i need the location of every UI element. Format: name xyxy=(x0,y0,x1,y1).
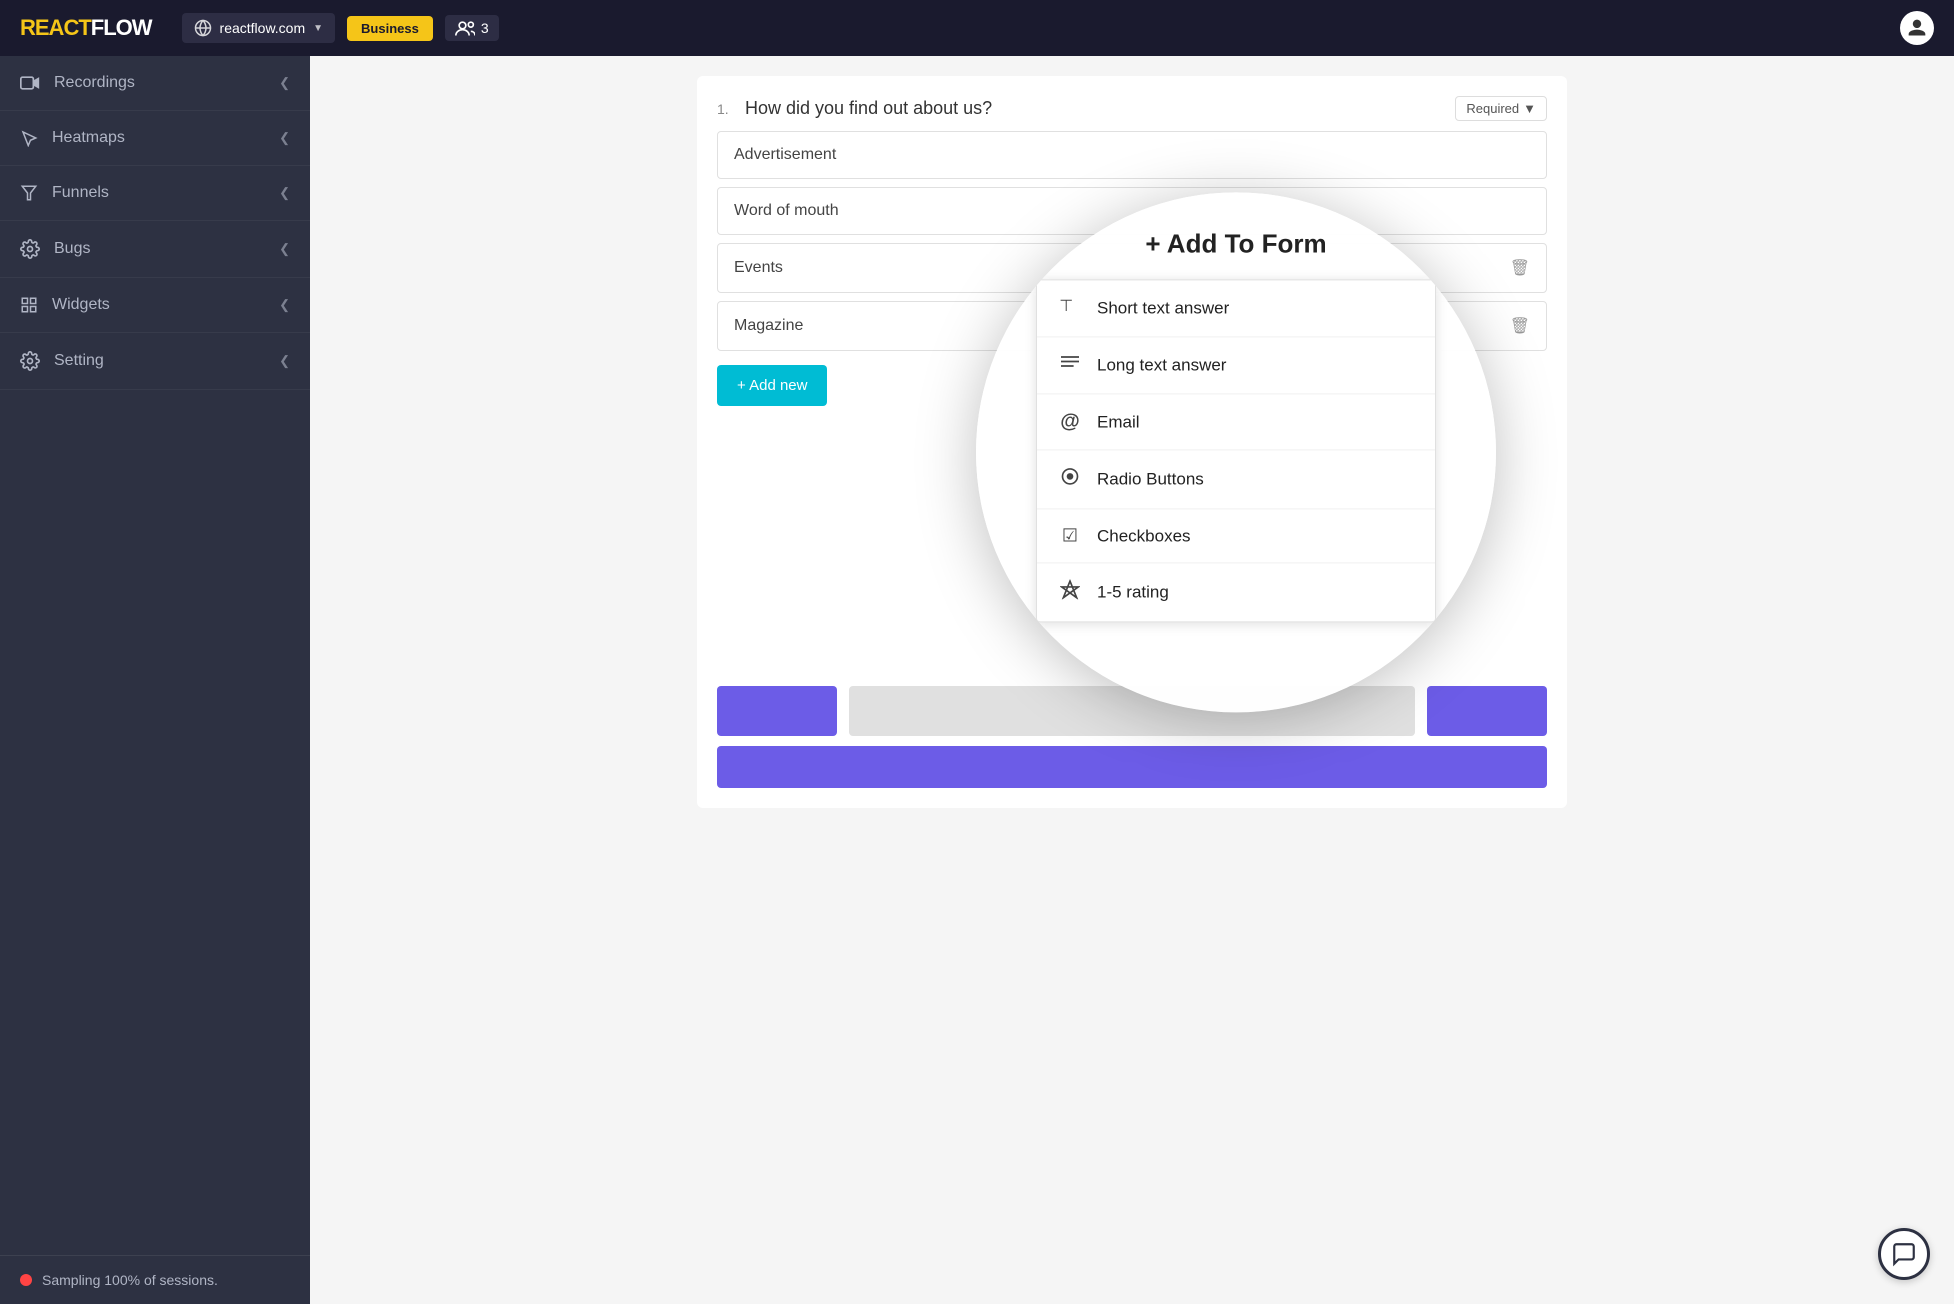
chevron-down-icon: ▼ xyxy=(313,23,323,34)
sidebar-setting-chevron: ❮ xyxy=(279,353,290,369)
rating-icon xyxy=(1057,579,1083,605)
sampling-dot xyxy=(20,1274,32,1286)
sidebar-funnels-chevron: ❮ xyxy=(279,185,290,201)
long-text-icon xyxy=(1057,353,1083,377)
cursor-icon xyxy=(20,129,38,147)
dropdown-item-short-text[interactable]: ⊤ Short text answer xyxy=(1037,280,1435,337)
radio-icon xyxy=(1057,466,1083,492)
checkboxes-icon: ☑ xyxy=(1057,525,1083,546)
sidebar-item-bugs[interactable]: Bugs ❮ xyxy=(0,221,310,278)
question-row: 1. How did you find out about us? Requir… xyxy=(717,96,1547,121)
dropdown-label-radio: Radio Buttons xyxy=(1097,469,1204,489)
sampling-label: Sampling 100% of sessions. xyxy=(42,1272,218,1288)
site-name: reactflow.com xyxy=(220,20,306,36)
dropdown-label-checkboxes: Checkboxes xyxy=(1097,526,1191,546)
grid-icon xyxy=(20,296,38,314)
sidebar-footer: Sampling 100% of sessions. xyxy=(0,1255,310,1304)
sidebar-item-funnels[interactable]: Funnels ❮ xyxy=(0,166,310,221)
sidebar-funnels-label: Funnels xyxy=(52,184,109,202)
zoom-circle: + Add To Form ⊤ Short text answer xyxy=(976,192,1496,712)
plan-badge[interactable]: Business xyxy=(347,16,433,41)
option-text-events: Events xyxy=(734,259,783,277)
logo-react: REACT xyxy=(20,15,91,41)
required-chevron: ▼ xyxy=(1523,101,1536,116)
dropdown-label-rating: 1-5 rating xyxy=(1097,582,1169,602)
dropdown-label-short-text: Short text answer xyxy=(1097,298,1229,318)
answer-option-advertisement: Advertisement xyxy=(717,131,1547,179)
delete-magazine-icon[interactable]: 🗑 xyxy=(1510,316,1530,336)
video-icon xyxy=(20,75,40,91)
sidebar-widgets-chevron: ❮ xyxy=(279,297,290,313)
dropdown-label-email: Email xyxy=(1097,412,1140,432)
dropdown-item-long-text[interactable]: Long text answer xyxy=(1037,337,1435,394)
dropdown-label-long-text: Long text answer xyxy=(1097,355,1226,375)
dropdown-item-radio[interactable]: Radio Buttons xyxy=(1037,450,1435,509)
user-icon xyxy=(1907,18,1927,38)
sidebar-bugs-chevron: ❮ xyxy=(279,241,290,257)
delete-events-icon[interactable]: 🗑 xyxy=(1510,258,1530,278)
logo-flow: FLOW xyxy=(91,15,152,41)
app-header: REACTFLOW reactflow.com ▼ Business 3 xyxy=(0,0,1954,56)
add-new-button[interactable]: + Add new xyxy=(717,365,827,406)
form-container: 1. How did you find out about us? Requir… xyxy=(697,76,1567,808)
dropdown-item-email[interactable]: @ Email xyxy=(1037,394,1435,450)
sidebar-item-recordings[interactable]: Recordings ❮ xyxy=(0,56,310,111)
question-number: 1. xyxy=(717,101,737,117)
logo: REACTFLOW xyxy=(20,15,152,41)
gear-icon xyxy=(20,239,40,259)
site-icon xyxy=(194,19,212,37)
messenger-button[interactable] xyxy=(1878,1228,1930,1280)
option-text-word-of-mouth: Word of mouth xyxy=(734,202,839,220)
team-badge[interactable]: 3 xyxy=(445,15,499,41)
question-title: How did you find out about us? xyxy=(745,98,1447,119)
sidebar-item-widgets[interactable]: Widgets ❮ xyxy=(0,278,310,333)
team-count: 3 xyxy=(481,20,489,36)
settings-icon xyxy=(20,351,40,371)
sidebar-widgets-label: Widgets xyxy=(52,296,110,314)
required-label: Required xyxy=(1466,101,1519,116)
option-text-magazine: Magazine xyxy=(734,317,803,335)
sidebar-bugs-label: Bugs xyxy=(54,240,90,258)
dropdown-item-checkboxes[interactable]: ☑ Checkboxes xyxy=(1037,509,1435,563)
sidebar-recordings-label: Recordings xyxy=(54,74,135,92)
site-selector[interactable]: reactflow.com ▼ xyxy=(182,13,336,43)
option-text-advertisement: Advertisement xyxy=(734,146,836,164)
email-icon: @ xyxy=(1057,410,1083,433)
user-avatar[interactable] xyxy=(1900,11,1934,45)
sidebar-item-setting[interactable]: Setting ❮ xyxy=(0,333,310,390)
dropdown-menu: ⊤ Short text answer xyxy=(1036,279,1436,622)
funnel-icon xyxy=(20,184,38,202)
team-icon xyxy=(455,20,475,36)
sidebar-heatmaps-label: Heatmaps xyxy=(52,129,125,147)
messenger-icon xyxy=(1891,1241,1917,1267)
required-badge[interactable]: Required ▼ xyxy=(1455,96,1547,121)
sidebar-setting-label: Setting xyxy=(54,352,104,370)
dropdown-item-rating[interactable]: 1-5 rating xyxy=(1037,563,1435,621)
sidebar: Recordings ❮ Heatmaps ❮ Funnels ❮ xyxy=(0,56,310,1304)
short-text-icon: ⊤ xyxy=(1057,296,1083,320)
svg-text:⊤: ⊤ xyxy=(1059,297,1073,315)
sidebar-heatmaps-chevron: ❮ xyxy=(279,130,290,146)
main-content: 1. How did you find out about us? Requir… xyxy=(310,56,1954,1304)
sidebar-recordings-chevron: ❮ xyxy=(279,75,290,91)
sidebar-item-heatmaps[interactable]: Heatmaps ❮ xyxy=(0,111,310,166)
